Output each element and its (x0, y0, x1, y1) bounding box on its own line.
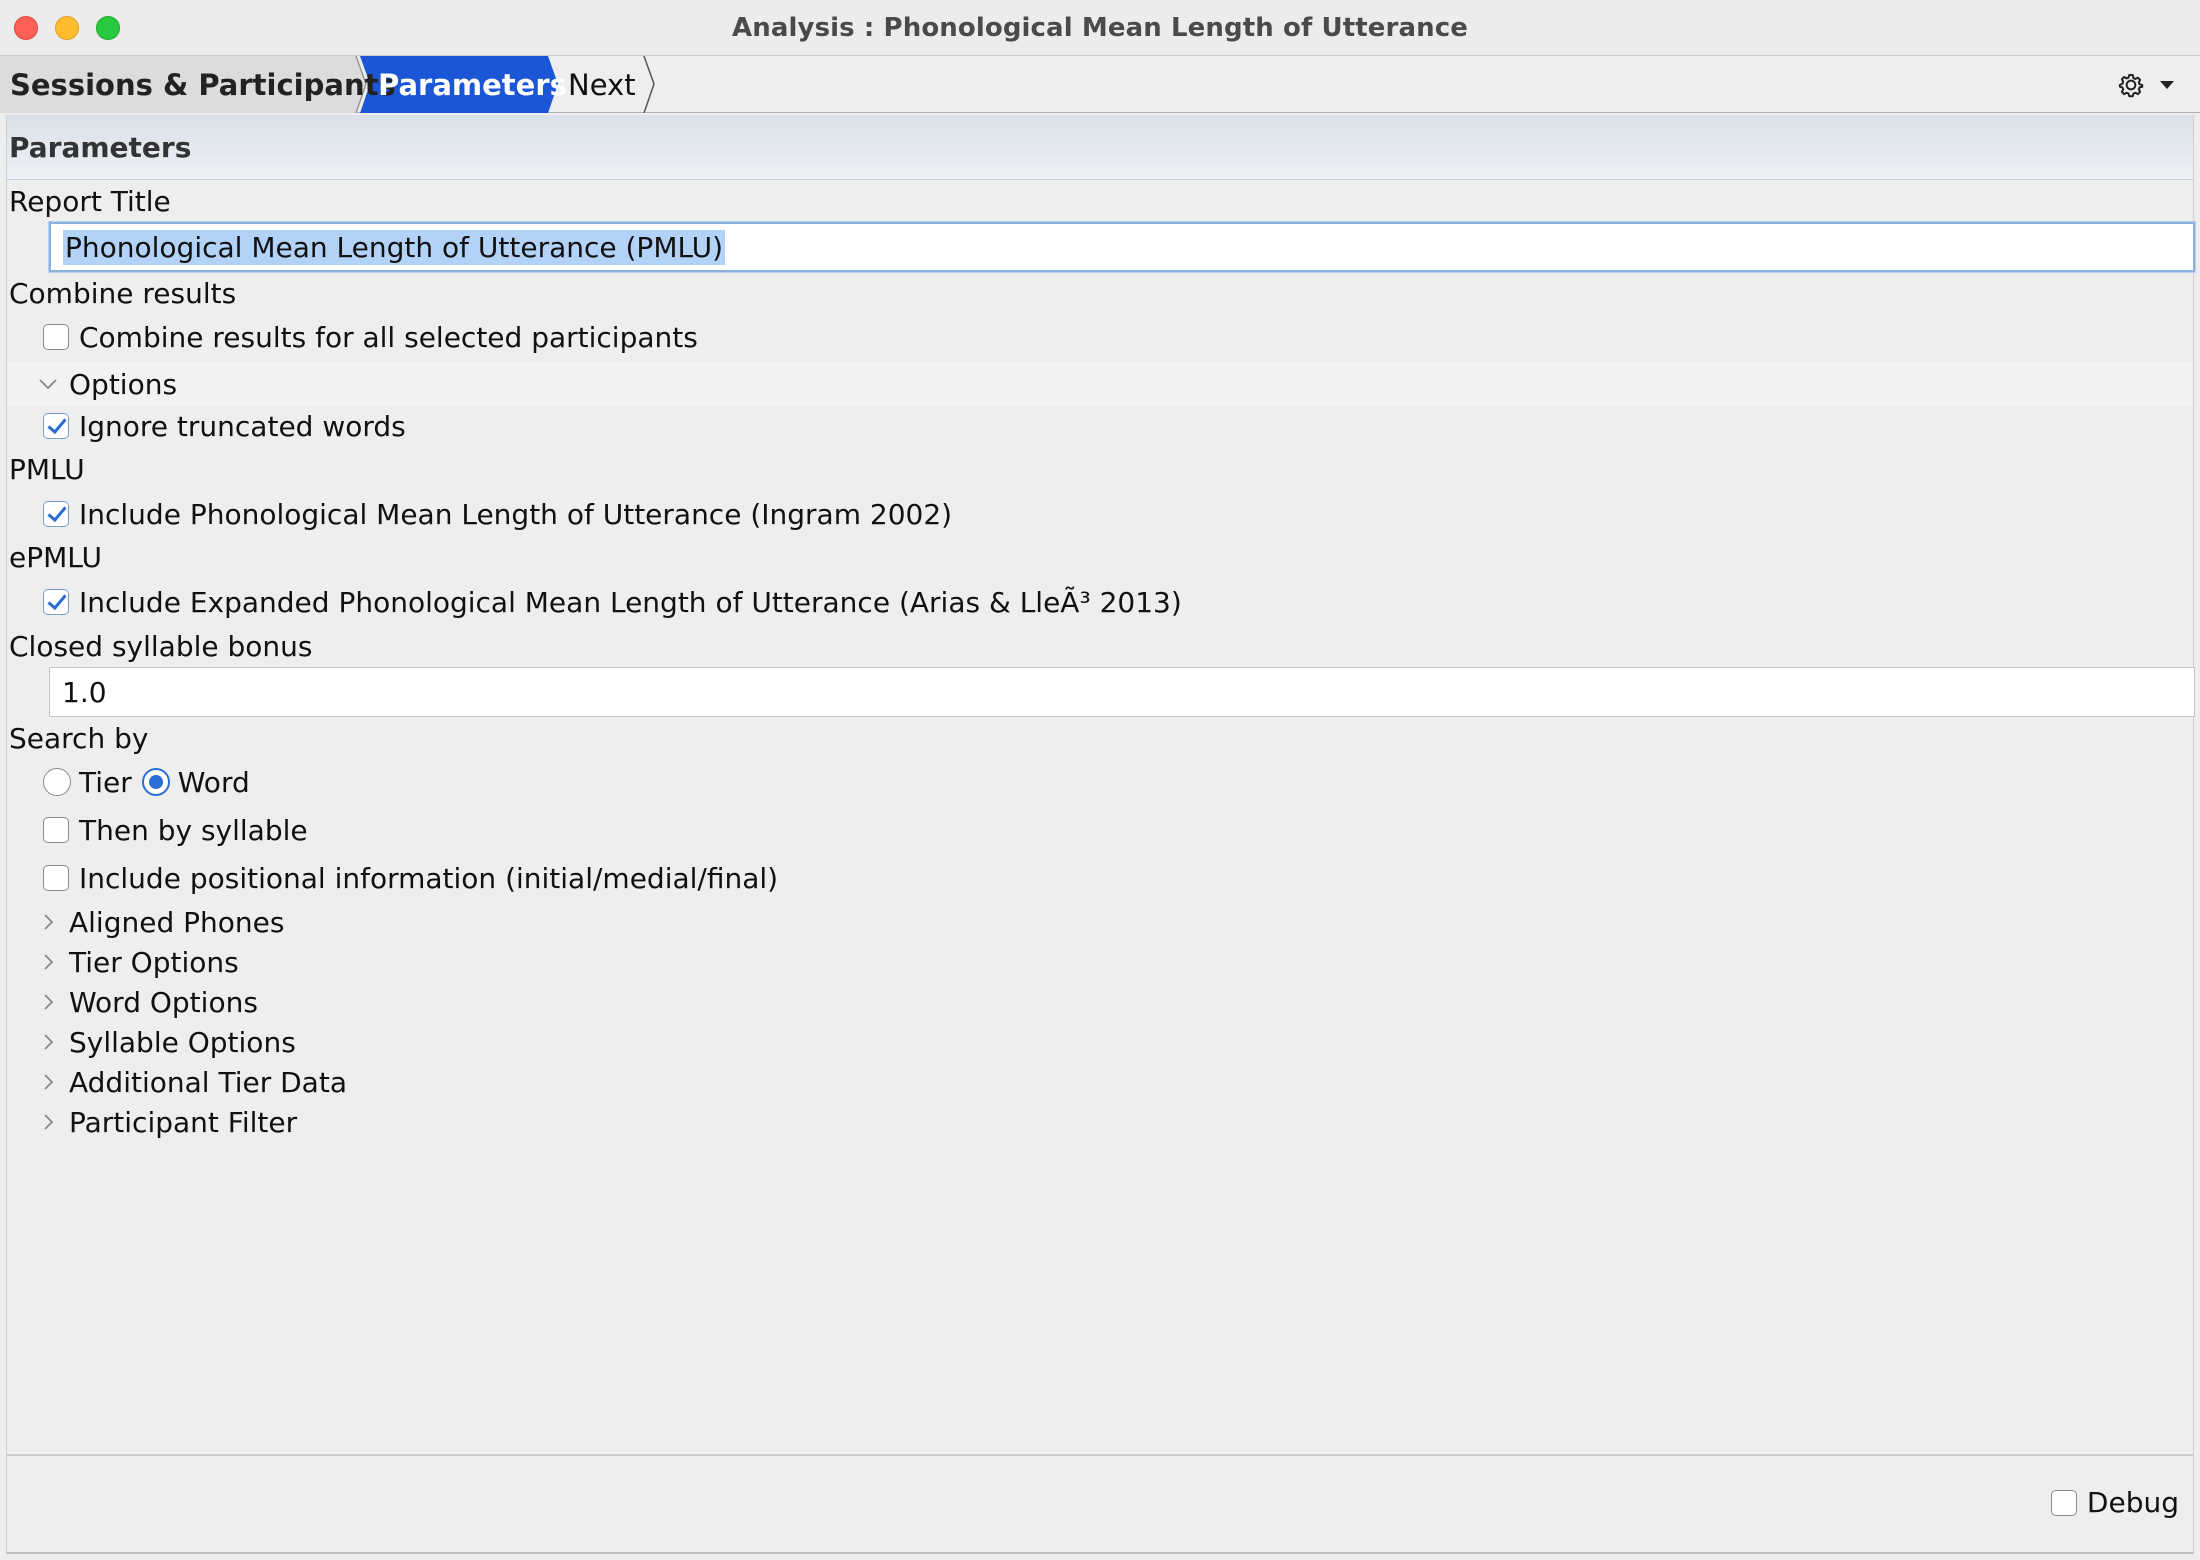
search-by-label: Search by (9, 718, 148, 758)
section-syllable-options-label: Syllable Options (69, 1025, 296, 1059)
combine-results-checkbox[interactable] (43, 324, 69, 350)
positional-info-row[interactable]: Include positional information (initial/… (43, 858, 778, 898)
combine-results-checkbox-label: Combine results for all selected partici… (79, 320, 698, 354)
breadcrumb-next-chevron (643, 56, 655, 113)
section-additional-tier-data[interactable]: Additional Tier Data (37, 1062, 347, 1102)
pmlu-checkbox[interactable] (43, 501, 69, 527)
parameters-panel: Parameters Report Title Phonological Mea… (6, 115, 2195, 1455)
section-word-options-label: Word Options (69, 985, 258, 1019)
pmlu-checkbox-label: Include Phonological Mean Length of Utte… (79, 497, 953, 531)
section-aligned-phones[interactable]: Aligned Phones (37, 902, 284, 942)
report-title-label: Report Title (9, 181, 171, 221)
breadcrumb-parameters[interactable]: Parameters (378, 56, 567, 113)
then-by-syllable-label: Then by syllable (79, 813, 308, 847)
search-by-radio-group: Tier Word (43, 762, 250, 802)
analysis-window: Analysis : Phonological Mean Length of U… (0, 0, 2200, 1560)
chevron-right-icon (44, 954, 54, 970)
search-by-word-label[interactable]: Word (178, 766, 250, 799)
ignore-truncated-label: Ignore truncated words (79, 409, 406, 443)
then-by-syllable-checkbox[interactable] (43, 817, 69, 843)
closed-syllable-bonus-label-text: Closed syllable bonus (9, 629, 313, 663)
positional-info-label: Include positional information (initial/… (79, 861, 779, 895)
report-title-label-text: Report Title (9, 184, 171, 218)
epmlu-checkbox[interactable] (43, 589, 69, 615)
minimize-window-button[interactable] (55, 16, 79, 40)
chevron-right-icon (44, 1034, 54, 1050)
epmlu-label-text: ePMLU (9, 540, 102, 574)
section-word-options[interactable]: Word Options (37, 982, 258, 1022)
breadcrumb-next[interactable]: Next (568, 56, 636, 113)
combine-results-label: Combine results (9, 273, 236, 313)
closed-syllable-bonus-label: Closed syllable bonus (9, 626, 313, 666)
chevron-right-icon (44, 994, 54, 1010)
section-syllable-options[interactable]: Syllable Options (37, 1022, 296, 1062)
search-by-tier-label[interactable]: Tier (79, 766, 132, 799)
search-by-word-radio[interactable] (141, 768, 170, 796)
search-by-label-text: Search by (9, 721, 149, 755)
section-participant-filter[interactable]: Participant Filter (37, 1102, 297, 1142)
section-participant-filter-label: Participant Filter (69, 1105, 298, 1139)
panel-header: Parameters (7, 115, 2193, 180)
gear-icon (2118, 74, 2144, 98)
debug-checkbox-row[interactable]: Debug (2050, 1486, 2179, 1519)
ignore-truncated-row[interactable]: Ignore truncated words (43, 406, 406, 446)
debug-checkbox[interactable] (2050, 1489, 2077, 1516)
then-by-syllable-row[interactable]: Then by syllable (43, 810, 308, 850)
pmlu-checkbox-row[interactable]: Include Phonological Mean Length of Utte… (43, 494, 952, 534)
combine-results-checkbox-row[interactable]: Combine results for all selected partici… (43, 317, 698, 357)
chevron-right-icon (44, 1074, 54, 1090)
report-title-value: Phonological Mean Length of Utterance (P… (63, 229, 726, 265)
pmlu-label: PMLU (9, 449, 85, 489)
section-aligned-phones-label: Aligned Phones (69, 905, 285, 939)
close-window-button[interactable] (14, 16, 38, 40)
debug-label: Debug (2086, 1486, 2179, 1519)
report-title-input[interactable]: Phonological Mean Length of Utterance (P… (49, 222, 2195, 272)
epmlu-checkbox-row[interactable]: Include Expanded Phonological Mean Lengt… (43, 582, 1182, 622)
search-by-tier-radio[interactable] (43, 768, 71, 796)
caret-down-icon (2160, 81, 2174, 89)
footer-bar: Debug (6, 1455, 2194, 1554)
settings-menu-button[interactable] (2116, 66, 2176, 104)
chevron-right-icon (44, 914, 54, 930)
title-bar: Analysis : Phonological Mean Length of U… (0, 0, 2200, 56)
options-section-band (7, 362, 2193, 406)
options-toggle[interactable]: Options (37, 364, 177, 404)
combine-results-label-text: Combine results (9, 276, 237, 310)
epmlu-label: ePMLU (9, 537, 102, 577)
section-tier-options-label: Tier Options (69, 945, 239, 979)
window-title: Analysis : Phonological Mean Length of U… (732, 12, 1468, 43)
maximize-window-button[interactable] (96, 16, 120, 40)
options-label: Options (69, 367, 178, 401)
section-additional-tier-data-label: Additional Tier Data (69, 1065, 347, 1099)
positional-info-checkbox[interactable] (43, 865, 69, 891)
breadcrumb: Sessions & Participants Parameters Next (0, 56, 2200, 113)
chevron-right-icon (44, 1114, 54, 1130)
closed-syllable-bonus-input[interactable]: 1.0 (49, 667, 2195, 717)
epmlu-checkbox-label: Include Expanded Phonological Mean Lengt… (79, 585, 1182, 619)
closed-syllable-bonus-value: 1.0 (62, 675, 107, 709)
chevron-down-icon (39, 379, 57, 390)
pmlu-label-text: PMLU (9, 452, 85, 486)
section-tier-options[interactable]: Tier Options (37, 942, 239, 982)
panel-title: Parameters (9, 130, 192, 164)
ignore-truncated-checkbox[interactable] (43, 413, 69, 439)
breadcrumb-sessions-participants[interactable]: Sessions & Participants (10, 56, 396, 113)
